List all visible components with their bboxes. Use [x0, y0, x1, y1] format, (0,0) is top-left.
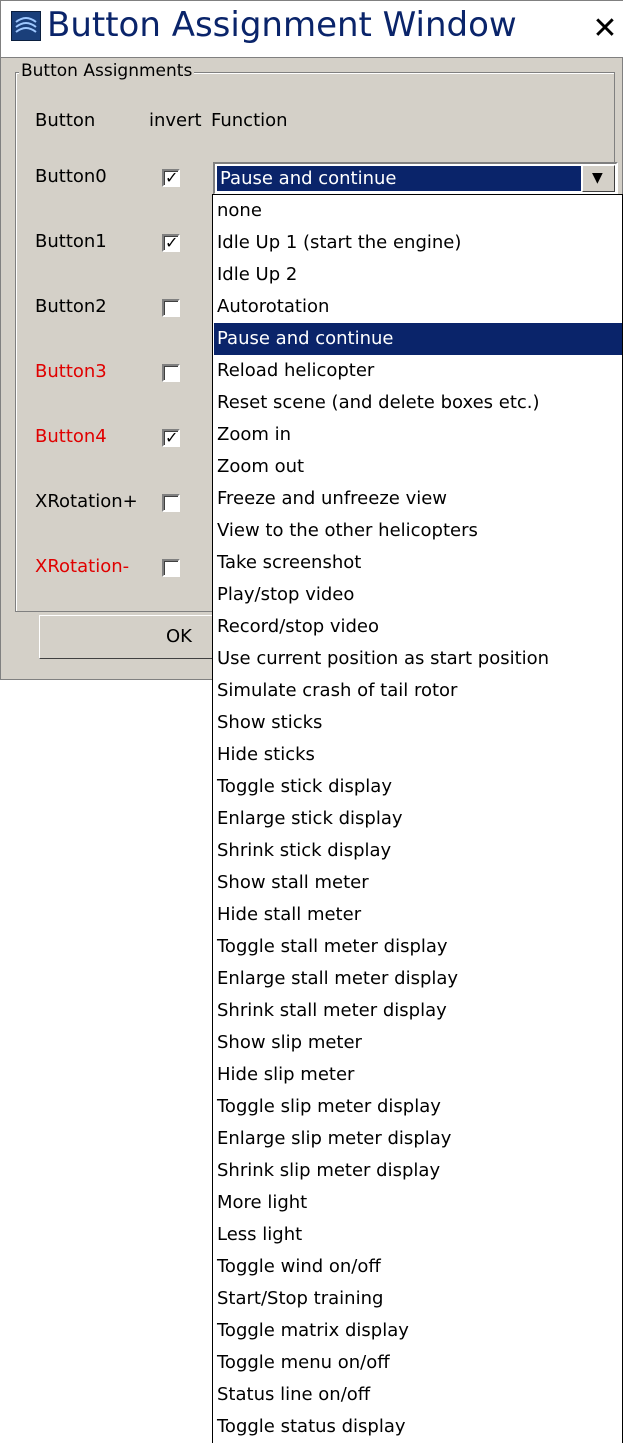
dropdown-option[interactable]: Idle Up 2	[214, 259, 622, 291]
dropdown-option[interactable]: Toggle wind on/off	[214, 1251, 622, 1283]
dropdown-option[interactable]: Enlarge stick display	[214, 803, 622, 835]
checkmark-icon: ✓	[165, 168, 179, 187]
invert-checkbox[interactable]	[162, 559, 180, 577]
dropdown-option[interactable]: Zoom in	[214, 419, 622, 451]
dropdown-option[interactable]: Show sticks	[214, 707, 622, 739]
dropdown-option[interactable]: Toggle slip meter display	[214, 1091, 622, 1123]
dropdown-option[interactable]: Status line on/off	[214, 1379, 622, 1411]
row-label: XRotation-	[35, 556, 130, 577]
dropdown-option[interactable]: Start/Stop training	[214, 1283, 622, 1315]
invert-checkbox[interactable]: ✓	[162, 429, 180, 447]
dropdown-option[interactable]: Idle Up 1 (start the engine)	[214, 227, 622, 259]
dropdown-option[interactable]: More light	[214, 1187, 622, 1219]
dropdown-option[interactable]: Show slip meter	[214, 1027, 622, 1059]
dropdown-option[interactable]: View to the other helicopters	[214, 515, 622, 547]
invert-checkbox[interactable]	[162, 494, 180, 512]
dropdown-button[interactable]: ▼	[582, 165, 615, 192]
header-invert: invert	[149, 110, 202, 131]
chevron-down-icon: ▼	[592, 170, 603, 186]
checkmark-icon: ✓	[165, 233, 179, 252]
title-bar[interactable]: Button Assignment Window ✕	[1, 1, 623, 58]
app-icon	[11, 11, 41, 41]
dropdown-option[interactable]: Shrink stall meter display	[214, 995, 622, 1027]
group-legend: Button Assignments	[19, 60, 195, 82]
row-label: Button2	[35, 296, 107, 317]
dropdown-option[interactable]: Hide slip meter	[214, 1059, 622, 1091]
dropdown-option[interactable]: Reset scene (and delete boxes etc.)	[214, 387, 622, 419]
dropdown-option[interactable]: Use current position as start position	[214, 643, 622, 675]
close-icon[interactable]: ✕	[589, 13, 621, 45]
dropdown-option[interactable]: Less light	[214, 1219, 622, 1251]
function-select[interactable]: Pause and continue ▼	[213, 162, 618, 195]
dropdown-option[interactable]: Shrink stick display	[214, 835, 622, 867]
invert-checkbox[interactable]: ✓	[162, 169, 180, 187]
dropdown-option[interactable]: none	[214, 195, 622, 227]
dropdown-option[interactable]: Toggle stick display	[214, 771, 622, 803]
ok-button[interactable]: OK	[39, 615, 239, 659]
checkmark-icon: ✓	[165, 428, 179, 447]
invert-checkbox[interactable]	[162, 364, 180, 382]
dropdown-option[interactable]: Toggle matrix display	[214, 1315, 622, 1347]
row-label: Button1	[35, 231, 107, 252]
header-function: Function	[211, 110, 288, 131]
row-label: Button4	[35, 426, 107, 447]
dropdown-option[interactable]: Record/stop video	[214, 611, 622, 643]
dropdown-option[interactable]: Freeze and unfreeze view	[214, 483, 622, 515]
function-dropdown-list[interactable]: none Idle Up 1 (start the engine) Idle Up …	[212, 194, 623, 1443]
dropdown-option[interactable]: Zoom out	[214, 451, 622, 483]
dropdown-option[interactable]: Shrink slip meter display	[214, 1155, 622, 1187]
dropdown-option[interactable]: Reload helicopter	[214, 355, 622, 387]
invert-checkbox[interactable]: ✓	[162, 234, 180, 252]
dropdown-option[interactable]: Toggle stall meter display	[214, 931, 622, 963]
dropdown-option[interactable]: Simulate crash of tail rotor	[214, 675, 622, 707]
dropdown-option[interactable]: Autorotation	[214, 291, 622, 323]
dropdown-option[interactable]: Hide sticks	[214, 739, 622, 771]
dropdown-option[interactable]: Toggle status display	[214, 1411, 622, 1443]
row-label: Button3	[35, 361, 107, 382]
function-select-value: Pause and continue	[217, 166, 581, 191]
dropdown-option[interactable]: Hide stall meter	[214, 899, 622, 931]
dropdown-option[interactable]: Enlarge stall meter display	[214, 963, 622, 995]
window-title: Button Assignment Window	[47, 5, 517, 45]
dropdown-option[interactable]: Pause and continue	[214, 323, 622, 355]
dropdown-option[interactable]: Play/stop video	[214, 579, 622, 611]
invert-checkbox[interactable]	[162, 299, 180, 317]
dropdown-option[interactable]: Enlarge slip meter display	[214, 1123, 622, 1155]
row-label: XRotation+	[35, 491, 138, 512]
dropdown-option[interactable]: Toggle menu on/off	[214, 1347, 622, 1379]
row-label: Button0	[35, 166, 107, 187]
dropdown-option[interactable]: Show stall meter	[214, 867, 622, 899]
header-button: Button	[35, 110, 96, 131]
dropdown-option[interactable]: Take screenshot	[214, 547, 622, 579]
